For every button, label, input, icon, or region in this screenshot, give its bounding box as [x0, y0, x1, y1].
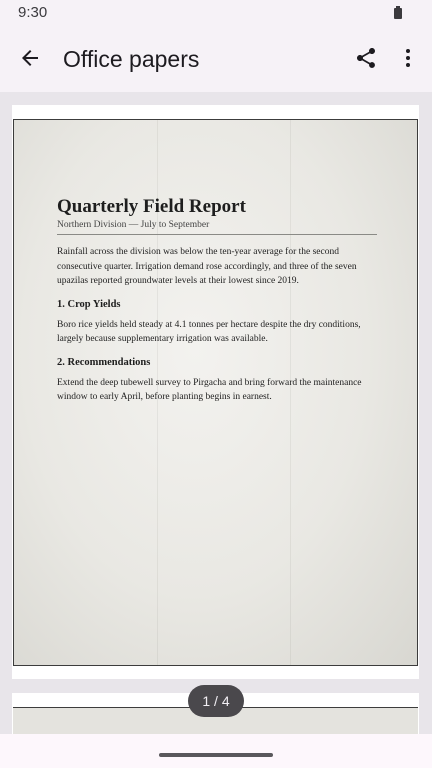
status-bar: 9:30 — [0, 0, 432, 26]
document-viewer[interactable]: Quarterly Field Report Northern Division… — [0, 92, 432, 734]
document-page: Quarterly Field Report Northern Division… — [12, 105, 419, 679]
report-subtitle: Northern Division — July to September — [57, 220, 210, 230]
gesture-handle[interactable] — [159, 753, 273, 757]
section-heading: 2. Recommendations — [57, 356, 151, 368]
report-title: Quarterly Field Report — [57, 196, 246, 217]
share-icon — [357, 48, 375, 68]
section-heading: 1. Crop Yields — [57, 298, 121, 310]
navigation-bar — [0, 734, 432, 768]
arrow-back-icon — [22, 50, 38, 66]
section-body: Extend the deep tubewell survey to Pirga… — [57, 377, 362, 403]
page-indicator: 1 / 4 — [188, 685, 244, 717]
more-options-button[interactable] — [392, 40, 424, 76]
status-time: 9:30 — [18, 4, 48, 21]
scanned-page-image: Quarterly Field Report Northern Division… — [13, 119, 418, 666]
document-title: Office papers — [63, 46, 200, 72]
battery-icon — [394, 6, 402, 19]
app-bar: Office papers — [0, 26, 432, 92]
title-divider — [57, 234, 377, 235]
section-body: Boro rice yields held steady at 4.1 tonn… — [57, 319, 361, 345]
document-content: Quarterly Field Report Northern Division… — [57, 196, 377, 405]
report-intro: Rainfall across the division was below t… — [57, 247, 357, 286]
more-vert-icon — [406, 49, 410, 67]
back-button[interactable] — [12, 40, 48, 76]
share-button[interactable] — [348, 40, 384, 76]
